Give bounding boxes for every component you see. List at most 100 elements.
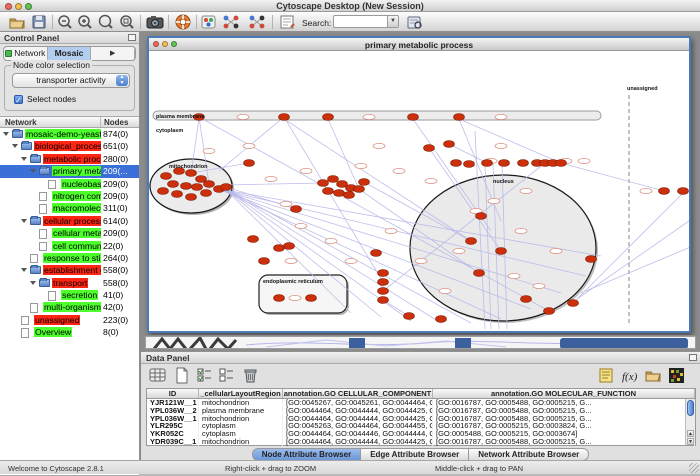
open-icon[interactable] bbox=[8, 14, 26, 30]
network-node[interactable] bbox=[248, 236, 259, 243]
table-cell[interactable]: [GO:0016787, GO:0005488, GO:0005215, G..… bbox=[433, 438, 695, 446]
network-node[interactable] bbox=[496, 248, 507, 255]
network-node[interactable] bbox=[344, 192, 355, 199]
network-node-unhighlighted[interactable] bbox=[280, 201, 292, 206]
tree-row-establishment-of-lo[interactable]: establishment of lo558(0) bbox=[0, 264, 139, 276]
tree-row-metabolic-process[interactable]: metabolic process280(0) bbox=[0, 153, 139, 165]
network-node[interactable] bbox=[172, 191, 183, 198]
network-view-window[interactable]: primary metabolic process plasma membran… bbox=[147, 36, 691, 333]
attribute-table[interactable]: ID_cellularLayoutRegionannotation.GO CEL… bbox=[146, 388, 696, 446]
table-cell[interactable]: cytoplasm bbox=[199, 430, 283, 438]
network-node-unhighlighted[interactable] bbox=[265, 176, 277, 181]
table-cell[interactable]: [GO:0045267, GO:0045261, GO:0044464, G..… bbox=[283, 399, 433, 407]
network-node[interactable] bbox=[274, 245, 285, 252]
new-attribute-icon[interactable] bbox=[173, 367, 190, 384]
network-node[interactable] bbox=[378, 288, 389, 295]
network-node[interactable] bbox=[318, 180, 329, 187]
resize-grip[interactable] bbox=[689, 463, 699, 473]
layout-a-icon[interactable] bbox=[222, 14, 240, 30]
network-canvas[interactable]: plasma membranecytoplasmmitochondrionnuc… bbox=[149, 51, 689, 331]
network-node-unhighlighted[interactable] bbox=[295, 223, 307, 228]
network-node-unhighlighted[interactable] bbox=[425, 178, 437, 183]
network-node[interactable] bbox=[466, 238, 477, 245]
save-icon[interactable] bbox=[30, 14, 48, 30]
table-row-ypl036w__1[interactable]: YPL036W__1mitochondrion[GO:0044464, GO:0… bbox=[147, 415, 695, 423]
network-node[interactable] bbox=[678, 188, 689, 195]
network-node-unhighlighted[interactable] bbox=[243, 143, 255, 148]
network-node[interactable] bbox=[499, 160, 510, 167]
network-node[interactable] bbox=[244, 160, 255, 167]
expand-arrow-icon[interactable] bbox=[3, 132, 9, 136]
network-node[interactable] bbox=[544, 308, 555, 315]
search-input[interactable]: ▼ bbox=[333, 15, 399, 28]
tree-row-nitrogen-compo[interactable]: nitrogen compo209(0) bbox=[0, 190, 139, 202]
table-row-yjr121w__1[interactable]: YJR121W__1mitochondrion[GO:0045267, GO:0… bbox=[147, 399, 695, 407]
column-header-cellular-component[interactable]: annotation.GO CELLULAR_COMPONENT bbox=[283, 389, 433, 398]
network-node[interactable] bbox=[378, 279, 389, 286]
network-node[interactable] bbox=[451, 160, 462, 167]
column-header-region[interactable]: _cellularLayoutRegion bbox=[199, 389, 283, 398]
network-node[interactable] bbox=[359, 179, 370, 186]
network-node[interactable] bbox=[404, 313, 415, 320]
layout-b-icon[interactable] bbox=[248, 14, 266, 30]
table-cell[interactable]: [GO:0016787, GO:0005488, GO:0005215, G..… bbox=[433, 415, 695, 423]
network-node-unhighlighted[interactable] bbox=[345, 258, 357, 263]
network-node[interactable] bbox=[259, 258, 270, 265]
expand-arrow-icon[interactable] bbox=[21, 157, 27, 161]
network-node[interactable] bbox=[474, 270, 485, 277]
help-icon[interactable] bbox=[174, 14, 192, 30]
expand-arrow-icon[interactable] bbox=[30, 281, 36, 285]
attribute-grid-icon[interactable] bbox=[149, 367, 166, 384]
table-cell[interactable]: YJR121W__1 bbox=[147, 399, 199, 407]
network-node-unhighlighted[interactable] bbox=[289, 295, 301, 300]
network-node[interactable] bbox=[204, 181, 215, 188]
network-node-unhighlighted[interactable] bbox=[578, 158, 590, 163]
table-cell[interactable]: [GO:0045263, GO:0044464, GO:0044455, G..… bbox=[283, 422, 433, 430]
network-node[interactable] bbox=[436, 316, 447, 323]
plasma-membrane-region[interactable] bbox=[153, 111, 601, 120]
network-node-unhighlighted[interactable] bbox=[355, 163, 367, 168]
select-attributes-icon[interactable] bbox=[196, 367, 213, 384]
matrix-icon[interactable] bbox=[668, 367, 685, 384]
network-node[interactable] bbox=[158, 188, 169, 195]
network-node[interactable] bbox=[274, 295, 285, 302]
table-cell[interactable]: [GO:0005488, GO:0005215, GO:0003674] bbox=[433, 430, 695, 438]
tab-overflow-arrow[interactable]: ▶ bbox=[91, 47, 135, 60]
search-dropdown-arrow[interactable]: ▼ bbox=[387, 16, 398, 27]
network-node[interactable] bbox=[378, 270, 389, 277]
network-node[interactable] bbox=[323, 188, 334, 195]
network-node[interactable] bbox=[323, 114, 334, 121]
table-cell[interactable]: [GO:0044464, GO:0044446, GO:0044444, G..… bbox=[283, 430, 433, 438]
network-node[interactable] bbox=[291, 206, 302, 213]
network-node-unhighlighted[interactable] bbox=[508, 273, 520, 278]
tree-row-multi-organism-pro[interactable]: multi-organism pro42(0) bbox=[0, 301, 139, 313]
tree-row-transport[interactable]: transport558(0) bbox=[0, 277, 139, 289]
table-cell[interactable]: mitochondrion bbox=[199, 399, 283, 407]
network-node[interactable] bbox=[161, 173, 172, 180]
select-nodes-checkbox[interactable]: ✓ bbox=[14, 95, 23, 104]
network-node[interactable] bbox=[464, 161, 475, 168]
import-attributes-icon[interactable] bbox=[644, 367, 661, 384]
network-node[interactable] bbox=[408, 114, 419, 121]
tab-mosaic[interactable]: Mosaic bbox=[48, 47, 92, 60]
network-node[interactable] bbox=[186, 194, 197, 201]
tree-row-secretion[interactable]: secretion41(0) bbox=[0, 289, 139, 301]
network-node[interactable] bbox=[186, 170, 197, 177]
table-cell[interactable]: mitochondrion bbox=[199, 438, 283, 446]
network-node-unhighlighted[interactable] bbox=[550, 248, 562, 253]
zoom-selected-icon[interactable] bbox=[118, 14, 136, 30]
network-node[interactable] bbox=[328, 176, 339, 183]
node-color-select[interactable]: transporter activity ▲▼ bbox=[12, 73, 130, 88]
network-node[interactable] bbox=[306, 295, 317, 302]
tree-row-cell-communicat[interactable]: cell communicat22(0) bbox=[0, 240, 139, 252]
network-node[interactable] bbox=[444, 141, 455, 148]
network-node[interactable] bbox=[476, 213, 487, 220]
enhanced-search-icon[interactable] bbox=[406, 14, 424, 30]
network-node[interactable] bbox=[221, 184, 232, 191]
table-cell[interactable]: [GO:0016787, GO:0005215, GO:0003824, G..… bbox=[433, 422, 695, 430]
network-node[interactable] bbox=[568, 300, 579, 307]
attribute-table-header[interactable]: ID_cellularLayoutRegionannotation.GO CEL… bbox=[147, 389, 695, 399]
network-node[interactable] bbox=[279, 114, 290, 121]
scroll-up-arrow[interactable]: ▲ bbox=[687, 430, 694, 437]
expand-arrow-icon[interactable] bbox=[21, 219, 27, 223]
